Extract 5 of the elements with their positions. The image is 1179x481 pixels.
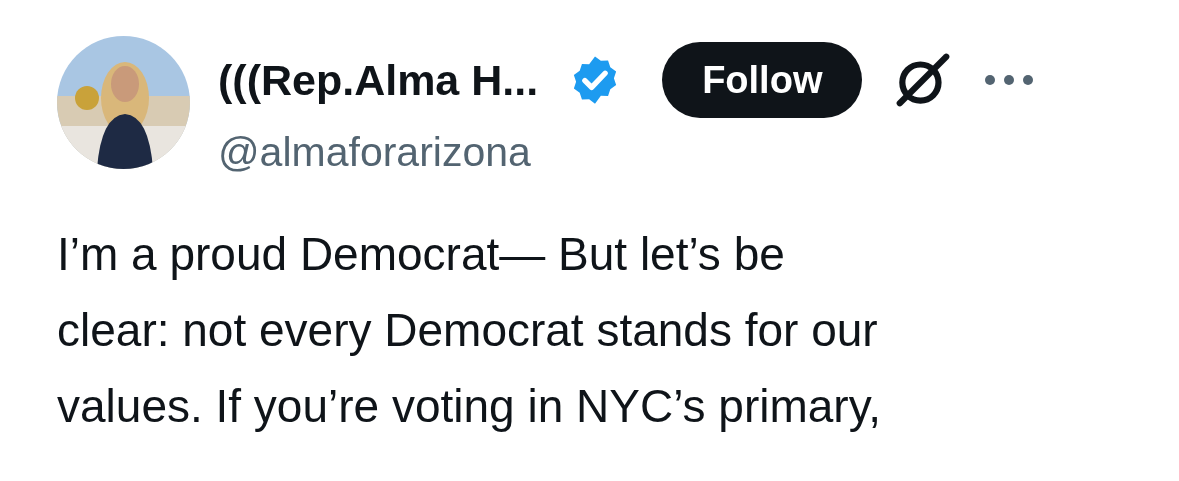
author-name[interactable]: (((Rep.Alma H... [218,54,539,106]
author-handle[interactable]: @almaforarizona [218,126,1035,178]
more-icon[interactable] [984,74,1035,86]
follow-button[interactable]: Follow [662,42,863,118]
post-text: I’m a proud Democrat— But let’s be clear: not every Democrat stands for our values. If you’re voting in NYC’s primary, [57,227,883,434]
